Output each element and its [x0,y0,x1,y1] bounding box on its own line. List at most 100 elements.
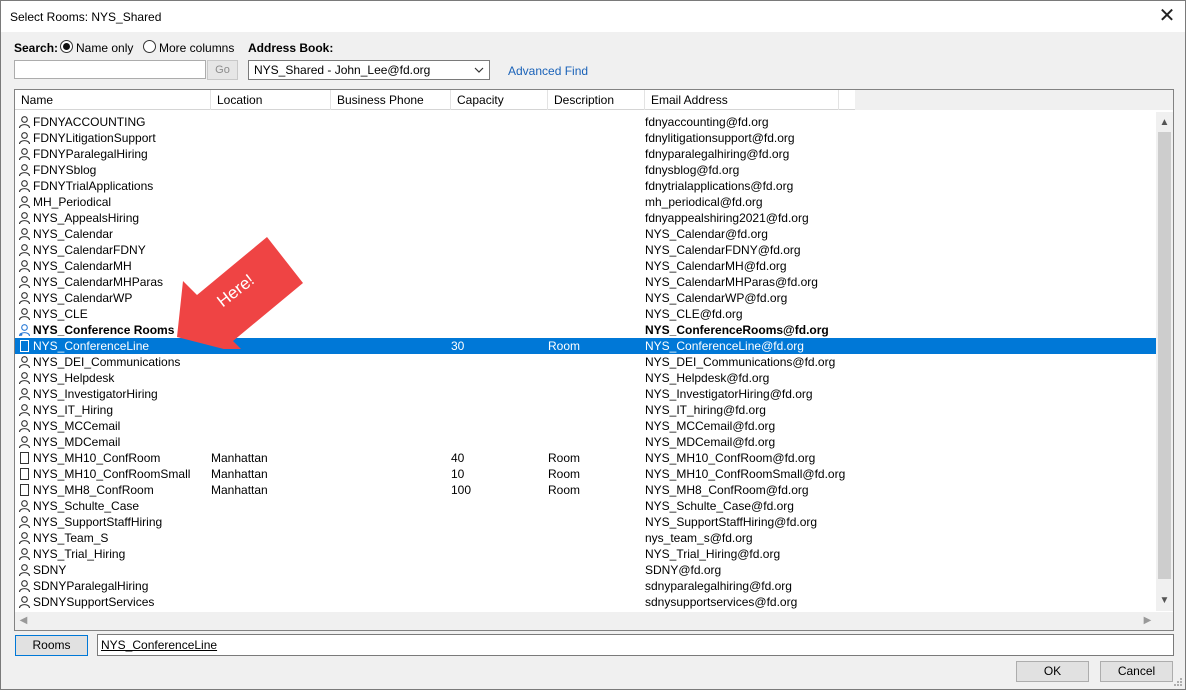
person-icon [18,212,31,225]
name-only-label[interactable]: Name only [76,41,133,55]
row-name: NYS_Schulte_Case [33,499,140,513]
scroll-up-icon[interactable]: ▲ [1156,114,1173,131]
resize-grip-icon[interactable] [1173,677,1183,687]
scroll-right-icon[interactable]: ▶ [1139,612,1156,630]
row-email: fdnytrialapplications@fd.org [645,179,794,193]
ok-button[interactable]: OK [1016,661,1089,682]
person-icon [18,420,31,433]
row-email: NYS_ConferenceRooms@fd.org [645,323,829,337]
table-row[interactable]: NYS_SupportStaffHiring NYS_SupportStaffHi… [15,514,1156,530]
person-icon [18,548,31,561]
person-icon [18,116,31,129]
table-row[interactable]: NYS_IT_Hiring NYS_IT_hiring@fd.org [15,402,1156,418]
advanced-find-link[interactable]: Advanced Find [508,64,588,78]
person-icon [18,404,31,417]
person-icon [18,228,31,241]
room-icon [20,340,29,352]
row-capacity: 30 [451,339,465,353]
person-icon [18,164,31,177]
table-row[interactable]: NYS_DEI_Communications NYS_DEI_Communicat… [15,354,1156,370]
row-name: NYS_Conference Rooms [33,323,175,337]
close-icon[interactable]: ✕ [1153,3,1181,29]
rooms-button[interactable]: Rooms [15,635,88,656]
row-name: NYS_CalendarFDNY [33,243,146,257]
column-header-location[interactable]: Location [211,90,331,110]
column-header-email[interactable]: Email Address [645,90,839,110]
table-row[interactable]: SDNY SDNY@fd.org [15,562,1156,578]
table-row[interactable]: FDNYLitigationSupport fdnylitigationsuppo… [15,130,1156,146]
table-row[interactable]: NYS_MH8_ConfRoom Manhattan 100 Room NYS_MH8_… [15,482,1156,498]
row-name: NYS_MH10_ConfRoom [33,451,161,465]
table-row[interactable]: NYS_MDCemail NYS_MDCemail@fd.org [15,434,1156,450]
table-row[interactable]: NYS_Helpdesk NYS_Helpdesk@fd.org [15,370,1156,386]
more-columns-label[interactable]: More columns [159,41,234,55]
scroll-thumb[interactable] [1158,132,1171,579]
row-name: NYS_Team_S [33,531,109,545]
row-name: NYS_Helpdesk [33,371,115,385]
row-capacity: 10 [451,467,465,481]
column-header-name[interactable]: Name [15,90,211,110]
person-icon [18,308,31,321]
table-row[interactable]: NYS_MH10_ConfRoomSmall Manhattan 10 Room NYS… [15,466,1156,482]
table-row[interactable]: FDNYSblog fdnysblog@fd.org [15,162,1156,178]
table-row[interactable]: SDNYSupportServices sdnysupportservices@f… [15,594,1156,610]
name-only-radio[interactable] [60,40,73,53]
vertical-scrollbar[interactable]: ▲ ▼ [1156,112,1173,611]
row-name: FDNYLitigationSupport [33,131,156,145]
table-row[interactable]: FDNYParalegalHiring fdnyparalegalhiring@f… [15,146,1156,162]
table-row[interactable]: NYS_InvestigatorHiring NYS_InvestigatorHi… [15,386,1156,402]
table-row[interactable]: FDNYTrialApplications fdnytrialapplicatio… [15,178,1156,194]
person-icon [18,196,31,209]
row-email: NYS_Helpdesk@fd.org [645,371,770,385]
horizontal-scrollbar[interactable]: ◀ ▶ [15,612,1173,630]
person-icon [18,388,31,401]
row-name: FDNYParalegalHiring [33,147,148,161]
column-header-capacity[interactable]: Capacity [451,90,548,110]
cancel-button[interactable]: Cancel [1100,661,1173,682]
row-email: NYS_MH8_ConfRoom@fd.org [645,483,809,497]
row-email: mh_periodical@fd.org [645,195,763,209]
row-name: NYS_Calendar [33,227,114,241]
more-columns-radio[interactable] [143,40,156,53]
rooms-list: Name Location Business Phone Capacity De… [14,89,1174,631]
table-row[interactable]: NYS_Team_S nys_team_s@fd.org [15,530,1156,546]
person-icon [18,372,31,385]
rooms-field[interactable]: NYS_ConferenceLine [97,634,1174,656]
column-header-row: Name Location Business Phone Capacity De… [15,90,1173,110]
row-email: NYS_CalendarWP@fd.org [645,291,788,305]
column-header-description[interactable]: Description [548,90,645,110]
row-email: NYS_Calendar@fd.org [645,227,768,241]
row-name: NYS_ConferenceLine [33,339,150,353]
search-input[interactable] [14,60,206,79]
scroll-down-icon[interactable]: ▼ [1156,592,1173,609]
person-icon [18,436,31,449]
column-header-business-phone[interactable]: Business Phone [331,90,451,110]
go-button[interactable]: Go [207,60,238,80]
room-icon [20,452,29,464]
table-row[interactable]: SDNYParalegalHiring sdnyparalegalhiring@f… [15,578,1156,594]
row-name: NYS_Trial_Hiring [33,547,126,561]
address-book-select[interactable]: NYS_Shared - John_Lee@fd.org [248,60,490,80]
row-email: sdnysupportservices@fd.org [645,595,798,609]
chevron-down-icon [473,61,485,85]
table-row[interactable]: NYS_Trial_Hiring NYS_Trial_Hiring@fd.org [15,546,1156,562]
row-email: NYS_MH10_ConfRoom@fd.org [645,451,816,465]
row-email: NYS_IT_hiring@fd.org [645,403,766,417]
row-capacity: 40 [451,451,465,465]
group-icon [18,324,31,337]
row-name: SDNYParalegalHiring [33,579,149,593]
row-name: MH_Periodical [33,195,112,209]
row-name: NYS_MDCemail [33,435,121,449]
table-row[interactable]: MH_Periodical mh_periodical@fd.org [15,194,1156,210]
table-row[interactable]: NYS_Schulte_Case NYS_Schulte_Case@fd.org [15,498,1156,514]
row-description: Room [548,483,581,497]
scroll-left-icon[interactable]: ◀ [15,612,32,630]
table-row[interactable]: NYS_AppealsHiring fdnyappealshiring2021@f… [15,210,1156,226]
row-name: NYS_MCCemail [33,419,121,433]
table-row[interactable]: FDNYACCOUNTING fdnyaccounting@fd.org [15,114,1156,130]
row-email: NYS_ConferenceLine@fd.org [645,339,804,353]
title-bar: Select Rooms: NYS_Shared ✕ [1,1,1185,32]
table-row[interactable]: NYS_MH10_ConfRoom Manhattan 40 Room NYS_MH10… [15,450,1156,466]
row-name: NYS_SupportStaffHiring [33,515,163,529]
table-row[interactable]: NYS_MCCemail NYS_MCCemail@fd.org [15,418,1156,434]
